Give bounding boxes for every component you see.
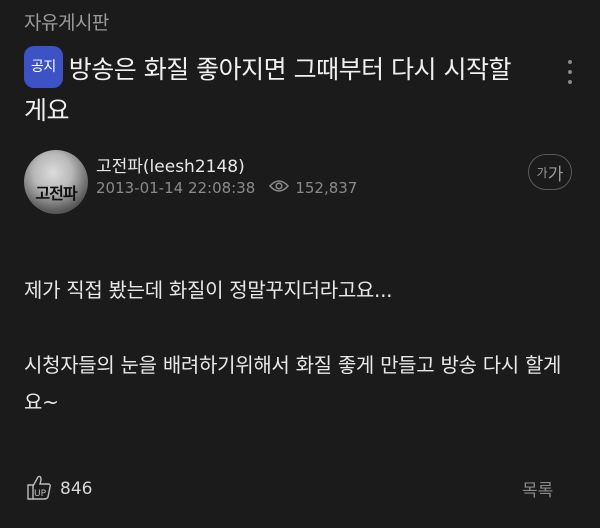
view-count: 152,837	[295, 179, 358, 197]
list-button[interactable]: 목록	[522, 476, 553, 501]
post-body: 제가 직접 봤는데 화질이 정말꾸지더라고요... 시청자들의 눈을 배려하기위…	[24, 272, 574, 421]
avatar-text: 고전파	[35, 184, 77, 203]
like-button[interactable]: UP 846	[24, 472, 92, 506]
post-body-paragraph-1: 제가 직접 봤는데 화질이 정말꾸지더라고요...	[24, 278, 393, 302]
author-name[interactable]: 고전파(leesh2148)	[96, 152, 245, 177]
avatar[interactable]: 고전파	[24, 150, 88, 214]
svg-text:UP: UP	[34, 489, 47, 499]
more-vertical-icon[interactable]	[562, 60, 578, 84]
board-name[interactable]: 자유게시판	[24, 8, 109, 35]
post-title: 공지 방송은 화질 좋아지면 그때부터 다시 시작할게요	[24, 46, 512, 125]
post-title-text: 방송은 화질 좋아지면 그때부터 다시 시작할게요	[24, 55, 512, 125]
font-size-small-glyph: 가	[536, 165, 548, 180]
font-size-large-glyph: 가	[547, 164, 564, 185]
post-datetime: 2013-01-14 22:08:38	[96, 179, 256, 197]
notice-badge: 공지	[24, 46, 63, 88]
post-meta: 2013-01-14 22:08:38 152,837	[96, 179, 357, 197]
font-size-button[interactable]: 가가	[528, 154, 572, 190]
post-title-row: 공지 방송은 화질 좋아지면 그때부터 다시 시작할게요	[24, 46, 524, 130]
post-body-paragraph-2: 시청자들의 눈을 배려하기위해서 화질 좋게 만들고 방송 다시 할게요~	[24, 353, 562, 414]
like-count: 846	[60, 479, 93, 499]
thumbs-up-icon: UP	[24, 472, 54, 506]
eye-icon	[269, 179, 290, 197]
